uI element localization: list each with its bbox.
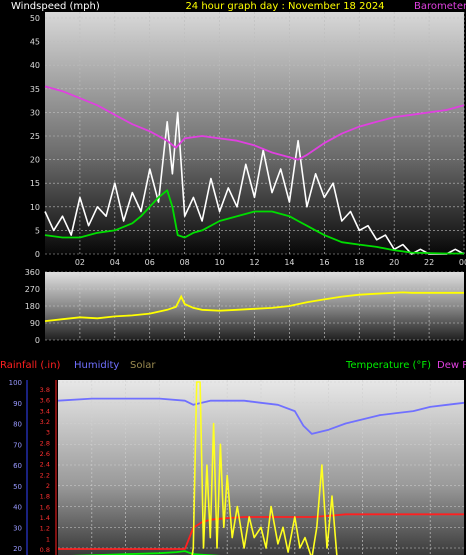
wind-y-tick-label: 0: [35, 250, 40, 259]
wind-x-tick-label: 12: [249, 258, 259, 267]
rain-y-tick-label: 1.8: [40, 493, 50, 501]
wind-y-tick-label: 30: [30, 108, 40, 117]
rain-y-tick-label: 3.2: [40, 418, 50, 426]
wind-x-tick-label: 06: [145, 258, 155, 267]
wind-x-ticks: 02 04 06 08 10 12 14 16 18 20 22 00: [75, 258, 466, 267]
rain-y-tick-label: 3: [46, 429, 50, 437]
weather-graph: 05101520253035404550 02 04 06 08 10 12 14 16 18 2…: [0, 1, 466, 555]
temperature-label: Temperature (°F): [345, 360, 431, 371]
panel3-header: Rainfall (.in) Humidity Solar Temperatur…: [0, 360, 466, 371]
wind-y-tick-label: 50: [30, 14, 40, 23]
wind-x-tick-label: 00: [459, 258, 466, 267]
direction-y-tick-label: 360: [25, 268, 40, 277]
rain-y-tick-label: 2: [46, 482, 50, 490]
wind-y-tick-label: 20: [30, 156, 40, 165]
rain-y-tick-label: 3.8: [40, 386, 50, 394]
wind-x-tick-label: 16: [319, 258, 329, 267]
humidity-y-tick-label: 50: [13, 483, 22, 491]
humidity-y-tick-label: 20: [13, 545, 22, 553]
wind-y-tick-label: 45: [30, 38, 40, 47]
direction-y-tick-label: 90: [30, 319, 40, 328]
rain-y-tick-label: 3.6: [40, 397, 50, 405]
humidity-y-tick-label: 90: [13, 400, 22, 408]
wind-x-tick-label: 18: [354, 258, 364, 267]
rain-y-tick-label: 1.6: [40, 503, 50, 511]
humidity-y-tick-label: 100: [9, 379, 22, 387]
wind-x-tick-label: 02: [75, 258, 85, 267]
direction-y-tick-label: 180: [25, 302, 40, 311]
rain-y-tick-label: 2.8: [40, 439, 50, 447]
rain-y-tick-label: 2.4: [40, 461, 50, 469]
rain-y-tick-label: 0.8: [40, 546, 50, 554]
dewpoint-label: Dew P: [437, 360, 466, 371]
humidity-y-tick-label: 60: [13, 462, 22, 470]
wind-y-tick-label: 5: [35, 226, 40, 235]
rain-y-tick-label: 1: [46, 535, 50, 543]
solar-label: Solar: [130, 360, 156, 371]
wind-y-tick-label: 35: [30, 85, 40, 94]
wind-x-tick-label: 14: [284, 258, 294, 267]
humidity-y-tick-label: 70: [13, 441, 22, 449]
wind-x-tick-label: 10: [214, 258, 224, 267]
rain-y-tick-label: 3.4: [40, 407, 50, 415]
rain-y-tick-label: 2.6: [40, 450, 50, 458]
chart-title: 24 hour graph day : November 18 2024: [185, 1, 384, 12]
humidity-y-tick-label: 30: [13, 524, 22, 532]
humidity-y-tick-label: 40: [13, 504, 22, 512]
wind-x-tick-label: 20: [389, 258, 399, 267]
rainfall-label: Rainfall (.in): [0, 360, 61, 371]
wind-y-ticks: 0 5 10 15 20 25 30 35 40 45 50: [30, 14, 40, 259]
barometer-label: Barometer: [414, 1, 466, 12]
rain-y-tick-label: 1.2: [40, 525, 50, 533]
wind-ylabel: Windspeed (mph): [11, 1, 100, 12]
rain-y-tick-label: 1.4: [40, 514, 50, 522]
wind-x-tick-label: 04: [110, 258, 120, 267]
panel3-y-ticks: 100 90 80 70 60 50 40 30 20 3.8 3.6 3.4 3.2 3 2.8 2.6 2.…: [9, 379, 50, 554]
wind-y-tick-label: 15: [30, 179, 40, 188]
wind-y-tick-label: 10: [30, 203, 40, 212]
wind-x-tick-label: 08: [180, 258, 190, 267]
wind-x-tick-label: 22: [424, 258, 434, 267]
wind-y-tick-label: 25: [30, 132, 40, 141]
rain-y-tick-label: 2.2: [40, 471, 50, 479]
humidity-label: Humidity: [74, 360, 119, 371]
direction-y-tick-label: 0: [35, 336, 40, 345]
direction-y-ticks: 360 270 180 90 0: [25, 268, 40, 345]
humidity-y-tick-label: 80: [13, 421, 22, 429]
wind-y-tick-label: 40: [30, 61, 40, 70]
direction-y-tick-label: 270: [25, 285, 40, 294]
